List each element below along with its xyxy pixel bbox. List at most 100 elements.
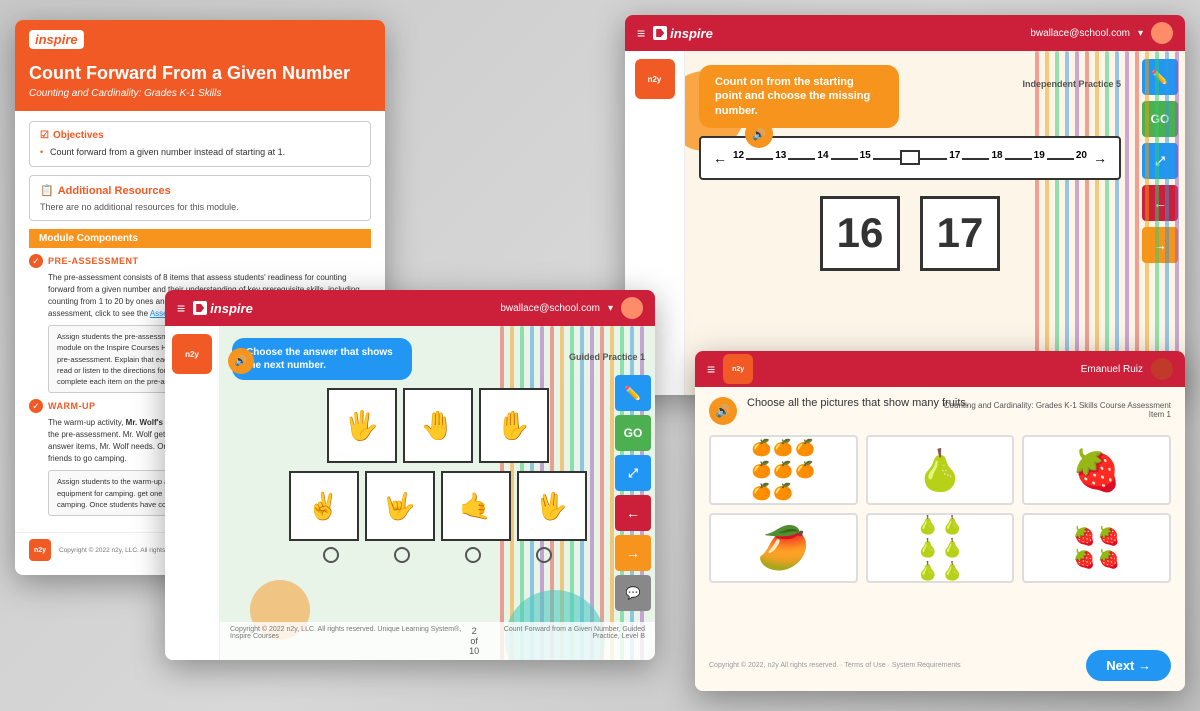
answer-emoji-1: ✌️ bbox=[307, 491, 339, 522]
fruit-cell-4[interactable]: 🥭 bbox=[709, 513, 858, 583]
hand-sign-2[interactable]: 🤚 bbox=[403, 388, 473, 463]
chat-btn-guided[interactable]: 💬 bbox=[615, 575, 651, 611]
hand-sign-emoji-2: 🤚 bbox=[420, 409, 455, 442]
header-left: ≡ inspire bbox=[637, 25, 713, 41]
answer-emoji-3: 🤙 bbox=[459, 491, 491, 522]
dropdown-arrow[interactable]: ▾ bbox=[1138, 28, 1143, 39]
fruit-cell-3[interactable]: 🍓 bbox=[1022, 435, 1171, 505]
student-lesson-window: ≡ inspire bwallace@school.com ▾ bbox=[625, 15, 1185, 395]
big-number-17[interactable]: 17 bbox=[920, 196, 1000, 271]
assess-body: Counting and Cardinality: Grades K-1 Ski… bbox=[695, 387, 1185, 691]
next-button[interactable]: Next → bbox=[1086, 650, 1171, 681]
guided-question-bubble: Choose the answer that shows the next nu… bbox=[232, 338, 412, 380]
answer-box-4[interactable]: 🖖 bbox=[517, 471, 587, 541]
fruit-cell-2[interactable]: 🍐 bbox=[866, 435, 1015, 505]
student-body: n2y Independent Practice 5 🔊 Count on fr… bbox=[625, 51, 1185, 395]
speaker-btn-student[interactable]: 🔊 bbox=[745, 120, 773, 148]
guided-content: Guided Practice 1 🔊 Choose the answer th… bbox=[220, 338, 655, 563]
fruit-strawberries-many: 🍓🍓 🍓🍓 bbox=[1073, 526, 1120, 570]
hand-sign-emoji-1: 🖐 bbox=[344, 409, 379, 442]
additional-resources-text: There are no additional resources for th… bbox=[40, 202, 360, 212]
assess-footer-row: Copyright © 2022, n2y All rights reserve… bbox=[709, 650, 1171, 681]
guided-footer: Copyright © 2022 n2y, LLC. All rights re… bbox=[220, 622, 655, 660]
page-indicator: 2 of 10 bbox=[469, 626, 479, 656]
assess-header: ≡ n2y Emanuel Ruiz bbox=[695, 351, 1185, 387]
teacher-header: inspire bbox=[15, 20, 385, 55]
dropdown-arrow-guided[interactable]: ▾ bbox=[608, 303, 613, 314]
number-line: ← 12 13 14 15 17 bbox=[713, 146, 1107, 170]
radio-row-guided bbox=[226, 547, 649, 563]
radio-1[interactable] bbox=[323, 547, 339, 563]
nl-num-19: 19 bbox=[1032, 150, 1047, 165]
guided-practice-window: ≡ inspire bwallace@school.com ▾ bbox=[165, 290, 655, 660]
question-bubble-student: Count on from the starting point and cho… bbox=[699, 65, 899, 128]
hand-sign-3[interactable]: ✋ bbox=[479, 388, 549, 463]
answer-box-3[interactable]: 🤙 bbox=[441, 471, 511, 541]
nl-numbers-row: 12 13 14 15 17 18 19 20 bbox=[731, 150, 1089, 165]
fruit-cell-1[interactable]: 🍊🍊🍊 🍊🍊🍊 🍊🍊 bbox=[709, 435, 858, 505]
nl-track-container: 12 13 14 15 17 18 19 20 bbox=[731, 150, 1089, 165]
user-name-assess: Emanuel Ruiz bbox=[1081, 364, 1143, 375]
nl-num-13: 13 bbox=[773, 150, 788, 165]
user-avatar-assess bbox=[1151, 358, 1173, 380]
guided-practice-label: Guided Practice 1 bbox=[569, 352, 645, 362]
objectives-box: ☑ Objectives Count forward from a given … bbox=[29, 121, 371, 168]
teacher-subtitle: Counting and Cardinality: Grades K-1 Ski… bbox=[29, 88, 371, 99]
radio-3[interactable] bbox=[465, 547, 481, 563]
check-circle-warmup: ✓ bbox=[29, 399, 43, 413]
pre-assessment-label: PRE-ASSESSMENT bbox=[48, 256, 139, 266]
nl-right-arrow: → bbox=[1093, 150, 1107, 166]
screenshot-container: inspire Count Forward From a Given Numbe… bbox=[0, 0, 1200, 711]
guided-header-left: ≡ inspire bbox=[177, 300, 253, 316]
objectives-icon: ☑ bbox=[40, 130, 49, 141]
guided-main: Guided Practice 1 🔊 Choose the answer th… bbox=[220, 326, 655, 660]
hamburger-icon-guided[interactable]: ≡ bbox=[177, 300, 185, 316]
inspire-text-student: inspire bbox=[670, 26, 713, 41]
assess-copyright: Copyright © 2022, n2y All rights reserve… bbox=[709, 662, 961, 669]
nl-num-12: 12 bbox=[731, 150, 746, 165]
speaker-btn-guided[interactable]: 🔊 bbox=[228, 348, 254, 374]
objectives-item: Count forward from a given number instea… bbox=[40, 146, 360, 159]
inspire-logo-guided: inspire bbox=[193, 301, 253, 316]
fruit-mango: 🥭 bbox=[757, 524, 809, 573]
module-components-bar: Module Components bbox=[29, 229, 371, 248]
answer-box-1[interactable]: ✌️ bbox=[289, 471, 359, 541]
assess-header-right: Emanuel Ruiz bbox=[1081, 358, 1173, 380]
inspire-logo-mark-inner bbox=[656, 29, 664, 37]
radio-4[interactable] bbox=[536, 547, 552, 563]
inspire-logo-mark bbox=[653, 26, 667, 40]
nl-left-arrow: ← bbox=[713, 150, 727, 166]
resources-icon: 📋 bbox=[40, 184, 54, 197]
guided-left-panel: n2y bbox=[165, 326, 220, 660]
fruit-strawberry-single: 🍓 bbox=[1072, 447, 1122, 494]
teacher-title: Count Forward From a Given Number bbox=[29, 63, 371, 85]
hamburger-icon-assess[interactable]: ≡ bbox=[707, 361, 715, 377]
fruit-cell-6[interactable]: 🍓🍓 🍓🍓 bbox=[1022, 513, 1171, 583]
guided-body: n2y Guided Practice 1 🔊 Choose the answe… bbox=[165, 326, 655, 660]
fruit-pears-many: 🍐🍐 🍐🍐 🍐🍐 bbox=[917, 515, 964, 582]
nl-num-14: 14 bbox=[815, 150, 830, 165]
objectives-title: ☑ Objectives bbox=[40, 130, 360, 141]
radio-2[interactable] bbox=[394, 547, 410, 563]
fruit-pear-single: 🍐 bbox=[915, 447, 965, 494]
fruit-cell-5[interactable]: 🍐🍐 🍐🍐 🍐🍐 bbox=[866, 513, 1015, 583]
fruit-grid: 🍊🍊🍊 🍊🍊🍊 🍊🍊 🍐 🍓 🥭 🍐� bbox=[709, 435, 1171, 583]
nl-num-20: 20 bbox=[1074, 150, 1089, 165]
inspire-logo-student: inspire bbox=[653, 26, 713, 41]
student-main: Independent Practice 5 🔊 Count on from t… bbox=[685, 51, 1135, 395]
assess-info-text: Counting and Cardinality: Grades K-1 Ski… bbox=[944, 401, 1171, 419]
hamburger-icon[interactable]: ≡ bbox=[637, 25, 645, 41]
answer-box-2[interactable]: 🤟 bbox=[365, 471, 435, 541]
assessment-window: ≡ n2y Emanuel Ruiz Counting and Cardinal… bbox=[695, 351, 1185, 691]
inspire-logo-mark-guided bbox=[193, 301, 207, 315]
hand-sign-1[interactable]: 🖐 bbox=[327, 388, 397, 463]
warm-up-label: WARM-UP bbox=[48, 401, 96, 411]
assess-speaker-btn[interactable]: 🔊 bbox=[709, 397, 737, 425]
nl-num-blank bbox=[900, 150, 920, 165]
nl-num-18: 18 bbox=[989, 150, 1004, 165]
nl-num-15: 15 bbox=[858, 150, 873, 165]
inspire-logo-mark-inner-guided bbox=[196, 304, 204, 312]
answer-emoji-2: 🤟 bbox=[383, 491, 415, 522]
big-number-16[interactable]: 16 bbox=[820, 196, 900, 271]
inspire-text-guided: inspire bbox=[210, 301, 253, 316]
